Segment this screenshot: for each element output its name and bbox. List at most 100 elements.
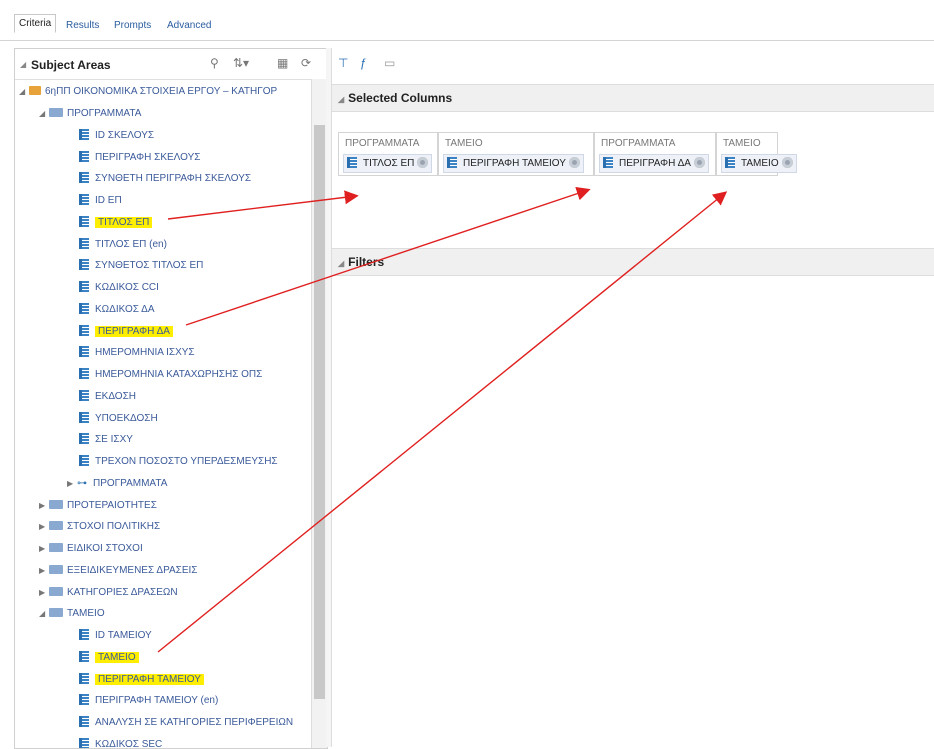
tree-column-item[interactable]: ΚΩΔΙΚΟΣ CCI (79, 278, 159, 298)
folder-icon (49, 608, 63, 618)
tree-folder-item[interactable]: ◢ ΠΡΟΓΡΑΜΜΑΤΑ (39, 104, 141, 124)
tree-item-label: ΚΩΔΙΚΟΣ CCI (95, 282, 159, 293)
expand-icon[interactable]: ▶ (39, 561, 49, 581)
selected-columns-title: Selected Columns (348, 91, 453, 105)
tree-item-label: ΕΚΔΟΣΗ (95, 390, 136, 402)
properties-icon[interactable]: ▭ (384, 56, 395, 70)
column-icon (79, 150, 89, 162)
select-icon[interactable]: ▦ (277, 56, 288, 70)
gear-icon[interactable] (781, 157, 793, 168)
tree-column-item[interactable]: ΣΥΝΘΕΤΟΣ ΤΙΤΛΟΣ ΕΠ (79, 256, 203, 276)
expand-icon[interactable]: ▶ (67, 474, 77, 494)
tab-prompts[interactable]: Prompts (114, 20, 151, 31)
tree-column-item[interactable]: ΣΕ ΙΣΧΥ (79, 430, 133, 450)
section-caret-icon[interactable]: ◢ (338, 95, 344, 104)
tree-item-label: ΗΜΕΡΟΜΗΝΙΑ ΙΣΧΥΣ (95, 347, 195, 359)
search-icon[interactable]: ⚲ (210, 56, 219, 70)
tab-bar: Criteria Results Prompts Advanced (0, 0, 934, 41)
sort-icon[interactable]: ⇅▾ (233, 56, 249, 70)
tree-column-item[interactable]: ΠΕΡΙΓΡΑΦΗ ΤΑΜΕΙΟΥ (en) (79, 691, 218, 711)
section-caret-icon[interactable]: ◢ (338, 259, 344, 268)
column-icon (79, 672, 89, 684)
tab-results[interactable]: Results (66, 20, 99, 31)
expand-icon[interactable]: ◢ (19, 82, 29, 102)
tree-column-item[interactable]: ΤΡΕΧΟΝ ΠΟΣΟΣΤΟ ΥΠΕΡΔΕΣΜΕΥΣΗΣ (79, 452, 278, 472)
tree-column-item[interactable]: ΠΕΡΙΓΡΑΦΗ ΤΑΜΕΙΟΥ (79, 670, 204, 690)
tree-column-item[interactable]: ΥΠΟΕΚΔΟΣΗ (79, 409, 158, 429)
column-folder-label: ΤΑΜΕΙΟ (445, 138, 483, 149)
tree-column-item[interactable]: ID ΤΑΜΕΙΟΥ (79, 626, 152, 646)
tab-advanced[interactable]: Advanced (167, 20, 211, 31)
column-chip[interactable]: ΤΙΤΛΟΣ ΕΠ (343, 154, 433, 173)
selected-column[interactable]: ΤΑΜΕΙΟ ΠΕΡΙΓΡΑΦΗ ΤΑΜΕΙΟΥ (438, 132, 594, 176)
folder-icon (49, 586, 63, 596)
tree-item-label: ΗΜΕΡΟΜΗΝΙΑ ΚΑΤΑΧΩΡΗΣΗΣ ΟΠΣ (95, 369, 263, 380)
tree-folder-item[interactable]: ▶ ΣΤΟΧΟΙ ΠΟΛΙΤΙΚΗΣ (39, 517, 160, 537)
criteria-toolbar: ⊤ ƒ ▭ (332, 48, 934, 78)
tree-item-label: ΚΩΔΙΚΟΣ SEC (95, 738, 163, 749)
tree-column-item[interactable]: ΣΥΝΘΕΤΗ ΠΕΡΙΓΡΑΦΗ ΣΚΕΛΟΥΣ (79, 169, 251, 189)
collapse-icon[interactable]: ◢ (39, 604, 49, 624)
tree-column-item[interactable]: ΑΝΑΛΥΣΗ ΣΕ ΚΑΤΗΓΟΡΙΕΣ ΠΕΡΙΦΕΡΕΙΩΝ (79, 713, 293, 733)
column-chip[interactable]: ΠΕΡΙΓΡΑΦΗ ΔΑ (599, 154, 709, 173)
tree-folder-item[interactable]: ◢ ΤΑΜΕΙΟ (39, 604, 105, 624)
gear-icon[interactable] (417, 157, 429, 168)
expand-icon[interactable]: ▶ (39, 496, 49, 516)
tree-item-label: ΣΥΝΘΕΤΗ ΠΕΡΙΓΡΑΦΗ ΣΚΕΛΟΥΣ (95, 173, 252, 185)
tree-item-label: ID ΣΚΕΛΟΥΣ (95, 129, 155, 141)
tree-column-item[interactable]: ID ΕΠ (79, 191, 122, 211)
tree-column-item[interactable]: ΚΩΔΙΚΟΣ ΔΑ (79, 300, 155, 320)
tree-folder-item[interactable]: ▶ ΚΑΤΗΓΟΡΙΕΣ ΔΡΑΣΕΩΝ (39, 583, 178, 603)
formula-icon[interactable]: ƒ (360, 56, 367, 70)
expand-icon[interactable]: ▶ (39, 539, 49, 559)
expand-icon[interactable]: ▶ (39, 583, 49, 603)
tree-scrollbar[interactable] (311, 79, 327, 748)
tree-column-item[interactable]: ΗΜΕΡΟΜΗΝΙΑ ΚΑΤΑΧΩΡΗΣΗΣ ΟΠΣ (79, 365, 262, 385)
tree-folder-item[interactable]: ▶ ΕΙΔΙΚΟΙ ΣΤΟΧΟΙ (39, 539, 143, 559)
collapse-caret-icon[interactable]: ◢ (20, 60, 26, 69)
selected-column[interactable]: ΠΡΟΓΡΑΜΜΑΤΑ ΤΙΤΛΟΣ ΕΠ (338, 132, 438, 176)
tree-column-item[interactable]: ΤΙΤΛΟΣ ΕΠ (en) (79, 235, 167, 255)
collapse-icon[interactable]: ◢ (39, 104, 49, 124)
gear-icon[interactable] (693, 157, 705, 168)
folder-icon (49, 499, 63, 509)
tree-folder-item[interactable]: ▶ ΕΞΕΙΔΙΚΕΥΜΕΝΕΣ ΔΡΑΣΕΙΣ (39, 561, 197, 581)
tree-column-item[interactable]: ΤΑΜΕΙΟ (79, 648, 139, 668)
tab-criteria[interactable]: Criteria (14, 14, 57, 33)
tree-item-label: ΤΙΤΛΟΣ ΕΠ (en) (95, 238, 167, 250)
tree-item-label: ΠΕΡΙΓΡΑΦΗ ΤΑΜΕΙΟΥ (95, 673, 204, 685)
tree-column-item[interactable]: ΠΕΡΙΓΡΑΦΗ ΣΚΕΛΟΥΣ (79, 148, 200, 168)
tree-folder-item[interactable]: ▶ ⊶ ΠΡΟΓΡΑΜΜΑΤΑ (67, 474, 167, 494)
column-icon (79, 737, 89, 748)
tree-column-item[interactable]: ID ΣΚΕΛΟΥΣ (79, 126, 154, 146)
refresh-icon[interactable]: ⟳ (301, 56, 311, 70)
column-name: ΤΑΜΕΙΟ (741, 158, 779, 169)
column-chip[interactable]: ΠΕΡΙΓΡΑΦΗ ΤΑΜΕΙΟΥ (443, 154, 584, 173)
expand-icon[interactable]: ▶ (39, 517, 49, 537)
selected-column[interactable]: ΠΡΟΓΡΑΜΜΑΤΑ ΠΕΡΙΓΡΑΦΗ ΔΑ (594, 132, 716, 176)
tree-folder-item[interactable]: ▶ ΠΡΟΤΕΡΑΙΟΤΗΤΕΣ (39, 496, 157, 516)
scrollbar-thumb[interactable] (314, 125, 325, 699)
tree-item-label: ΕΞΕΙΔΙΚΕΥΜΕΝΕΣ ΔΡΑΣΕΙΣ (67, 564, 198, 576)
tree-root[interactable]: ◢ 6ηΠΠ ΟΙΚΟΝΟΜΙΚΑ ΣΤΟΙΧΕΙΑ ΕΡΓΟΥ – ΚΑΤΗΓΟ… (19, 82, 277, 102)
tree-item-label: ΥΠΟΕΚΔΟΣΗ (95, 412, 158, 424)
filter-icon[interactable]: ⊤ (338, 56, 348, 70)
column-icon (447, 157, 457, 168)
selected-column[interactable]: ΤΑΜΕΙΟ ΤΑΜΕΙΟ (716, 132, 797, 176)
tree-item-label: ΤΑΜΕΙΟ (95, 651, 139, 663)
selected-columns-header[interactable]: ◢ Selected Columns (332, 84, 934, 112)
tree-column-item[interactable]: ΕΚΔΟΣΗ (79, 387, 136, 407)
gear-icon[interactable] (568, 157, 580, 168)
tree-item-label: ΤΑΜΕΙΟ (67, 608, 105, 620)
tree-column-item[interactable]: ΠΕΡΙΓΡΑΦΗ ΔΑ (79, 322, 173, 342)
tree-item-label: ΣΤΟΧΟΙ ΠΟΛΙΤΙΚΗΣ (67, 521, 161, 533)
tree-item-label: ID ΕΠ (95, 195, 122, 206)
subject-tree: ◢ 6ηΠΠ ΟΙΚΟΝΟΜΙΚΑ ΣΤΟΙΧΕΙΑ ΕΡΓΟΥ – ΚΑΤΗΓΟ… (15, 79, 311, 748)
filters-title: Filters (348, 255, 385, 269)
tree-column-item[interactable]: ΤΙΤΛΟΣ ΕΠ (79, 213, 153, 233)
column-icon (79, 194, 89, 205)
column-chip[interactable]: ΤΑΜΕΙΟ (721, 154, 797, 173)
column-icon (79, 433, 89, 445)
tree-column-item[interactable]: ΗΜΕΡΟΜΗΝΙΑ ΙΣΧΥΣ (79, 343, 195, 363)
filters-header[interactable]: ◢ Filters (332, 248, 934, 276)
